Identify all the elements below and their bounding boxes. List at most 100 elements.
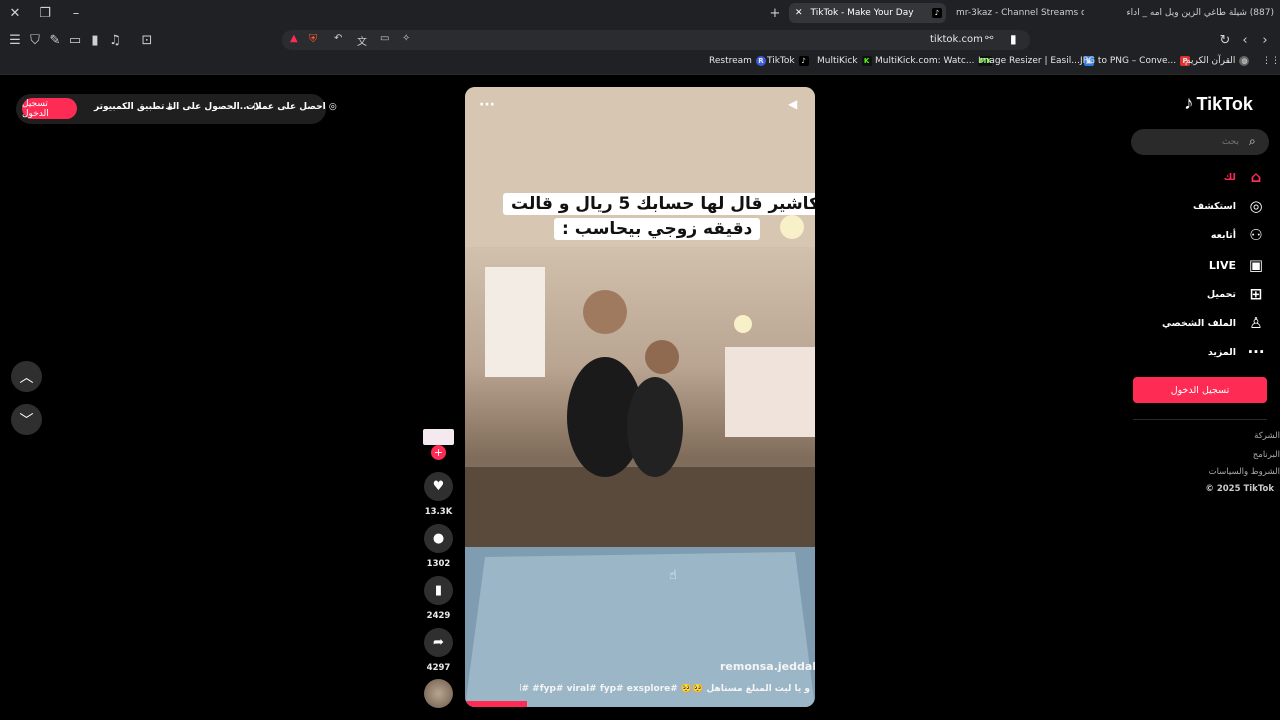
search-input[interactable] <box>1141 133 1239 151</box>
screenshot-icon[interactable]: ⊡ <box>137 27 157 53</box>
tab-tiktok[interactable]: ✕ TikTok - Make Your Day ♪ <box>789 3 946 23</box>
following-icon: ⚇ <box>1249 226 1263 244</box>
home-icon: ⌂ <box>1250 168 1262 186</box>
nav-profile[interactable]: الملف الشخصي ♙ <box>1162 313 1266 333</box>
back-icon[interactable]: ‹ <box>1235 27 1255 53</box>
tab-close-icon[interactable]: ✕ <box>795 8 803 18</box>
pill-login-label: تسجيل الدخول <box>22 98 49 119</box>
like-count: 13.3K <box>424 507 453 517</box>
nav-more[interactable]: المزيد ··· <box>1208 342 1266 362</box>
restore-window-icon[interactable]: ❐ <box>35 0 55 27</box>
share-button[interactable]: ➦ <box>424 628 453 657</box>
bookmark-icon: ▮ <box>434 583 443 598</box>
restream-icon: R <box>755 56 766 66</box>
bookmark-multikick-watch[interactable]: MultiKick.com: Watc... MK <box>875 56 993 66</box>
get-coins-button[interactable]: احصل على عملات ◎ <box>246 102 337 112</box>
bookmark-label: Image Resizer | Easil... <box>978 56 1080 66</box>
like-button[interactable]: ♥ <box>424 472 453 501</box>
upload-icon: ⊞ <box>1249 285 1263 303</box>
footer-terms[interactable]: الشروط والسياسات <box>1209 467 1280 477</box>
bookmark-label: TikTok <box>767 56 795 66</box>
volume-icon[interactable]: ◀ <box>788 97 797 111</box>
brave-rewards-icon[interactable]: ▲ <box>290 33 298 44</box>
pin-icon[interactable]: ✎ <box>45 27 65 53</box>
search-icon[interactable]: ⌕ <box>1249 134 1256 149</box>
menu-icon[interactable]: ☰ <box>5 27 25 53</box>
brave-shield-icon[interactable]: ⛨ <box>309 32 317 46</box>
creator-avatar[interactable] <box>423 429 454 445</box>
bookmark-tiktok[interactable]: TikTok ♪ <box>767 56 809 66</box>
tab-kick[interactable]: mr-3kaz - Channel Streams on Kick <box>956 3 1084 23</box>
share-count: 4297 <box>426 663 451 673</box>
tabs-icon[interactable]: ▭ <box>65 27 85 53</box>
bookmark-image-resizer[interactable]: Image Resizer | Easil... ▣ <box>978 56 1094 66</box>
cast-icon[interactable]: ▭ <box>380 33 389 44</box>
previous-video-button[interactable]: ︿ <box>11 361 42 392</box>
profile-icon: ♙ <box>1249 314 1263 332</box>
music-icon[interactable]: ♫ <box>105 27 125 53</box>
more-bookmarks-icon[interactable]: ⋮⋮ <box>1262 56 1280 66</box>
undo-icon[interactable]: ↶ <box>334 33 342 44</box>
bookmark-multikick[interactable]: MultiKick K <box>817 56 872 66</box>
close-window-icon[interactable]: ✕ <box>5 0 25 27</box>
comment-button[interactable]: ● <box>424 524 453 553</box>
video-author[interactable]: remonsa.jeddah <box>720 660 815 673</box>
bookmark-label: Restream <box>709 56 752 66</box>
nav-upload[interactable]: تحميل ⊞ <box>1207 284 1266 304</box>
new-tab-icon[interactable]: + <box>765 0 785 27</box>
desktop-app-label: تطبيق الكمبيوتر <box>94 102 165 112</box>
next-video-button[interactable]: ﹀ <box>11 404 42 435</box>
video-player[interactable]: ··· ◀ الكاشير قال لها حسابك 5 ريال و قال… <box>465 87 815 707</box>
globe-icon: ◍ <box>1239 56 1250 66</box>
video-more-icon[interactable]: ··· <box>479 97 495 113</box>
footer-company[interactable]: الشركة <box>1254 431 1280 441</box>
site-settings-icon[interactable]: ⚯ <box>985 33 993 44</box>
tab-youtube[interactable]: (887) شيلة طاغي الزين ويل امه _ اداء <box>1092 3 1274 23</box>
nav-label: الملف الشخصي <box>1161 317 1236 329</box>
nav-following[interactable]: أتابعه ⚇ <box>1211 225 1266 245</box>
footer-program[interactable]: البرنامج <box>1253 450 1280 460</box>
bookmark-restream[interactable]: Restream R <box>709 56 766 66</box>
pill-login-button[interactable]: تسجيل الدخول <box>22 98 77 119</box>
sidebar-icon[interactable]: ▮ <box>85 27 105 53</box>
logo-text: TikTok <box>1196 93 1253 114</box>
nav-label: تحميل <box>1206 288 1236 300</box>
save-button[interactable]: ▮ <box>424 576 453 605</box>
get-app-button[interactable]: الحصول على التـ... ▯ <box>166 102 258 112</box>
reload-icon[interactable]: ↻ <box>1215 27 1235 53</box>
search-box[interactable]: ⌕ <box>1131 129 1269 155</box>
forward-icon[interactable]: › <box>1255 27 1275 53</box>
chevron-down-icon: ﹀ <box>19 412 34 429</box>
minimize-window-icon[interactable]: – <box>66 0 86 27</box>
save-count: 2429 <box>426 611 451 621</box>
tiktok-logo[interactable]: ♪ TikTok <box>1184 93 1253 115</box>
extensions-icon[interactable]: ✧ <box>402 33 410 44</box>
coins-label: احصل على عملات <box>246 102 326 112</box>
coin-icon: ◎ <box>328 102 337 112</box>
nav-live[interactable]: LIVE ▣ <box>1209 255 1266 275</box>
shield-icon[interactable]: ⛉ <box>25 27 45 53</box>
translate-icon[interactable]: 文 <box>357 33 367 48</box>
url-text[interactable]: tiktok.com <box>930 34 983 45</box>
more-icon: ··· <box>1247 343 1265 361</box>
desktop-app-button[interactable]: تطبيق الكمبيوتر ⤓ <box>94 102 172 112</box>
browser-tab-bar: ✕ ❐ – + ✕ TikTok - Make Your Day ♪ mr-3k… <box>0 0 1280 27</box>
bookmark-jpg-to-png[interactable]: JPG to PNG – Conve... P <box>1080 56 1191 66</box>
chevron-up-icon: ︿ <box>19 369 34 386</box>
nav-label: لك <box>1223 171 1236 183</box>
address-bar[interactable]: ▲ ⛨ ↶ 文 ▭ ✧ tiktok.com ⚯ ▮ <box>282 30 1030 50</box>
get-app-label: الحصول على التـ... <box>166 102 250 112</box>
tab-title: mr-3kaz - Channel Streams on Kick <box>956 8 1084 18</box>
nav-for-you[interactable]: لك ⌂ <box>1224 167 1266 187</box>
bookmark-quran[interactable]: القرآن الكريم ◍ <box>1185 56 1250 66</box>
nav-label: استكشف <box>1193 200 1236 212</box>
follow-plus-icon[interactable]: + <box>431 445 446 460</box>
sidebar-login-button[interactable]: تسجيل الدخول <box>1133 377 1267 403</box>
music-disc-avatar[interactable] <box>424 679 453 708</box>
bookmark-icon[interactable]: ▮ <box>1010 32 1017 46</box>
video-description: و يا ليت المبلغ مستاهل 🥺🥺 #fyp# viral# f… <box>520 684 810 694</box>
compass-icon: ◎ <box>1249 197 1263 215</box>
nav-explore[interactable]: استكشف ◎ <box>1193 196 1266 216</box>
video-frame <box>465 87 815 707</box>
nav-label: أتابعه <box>1210 229 1236 241</box>
